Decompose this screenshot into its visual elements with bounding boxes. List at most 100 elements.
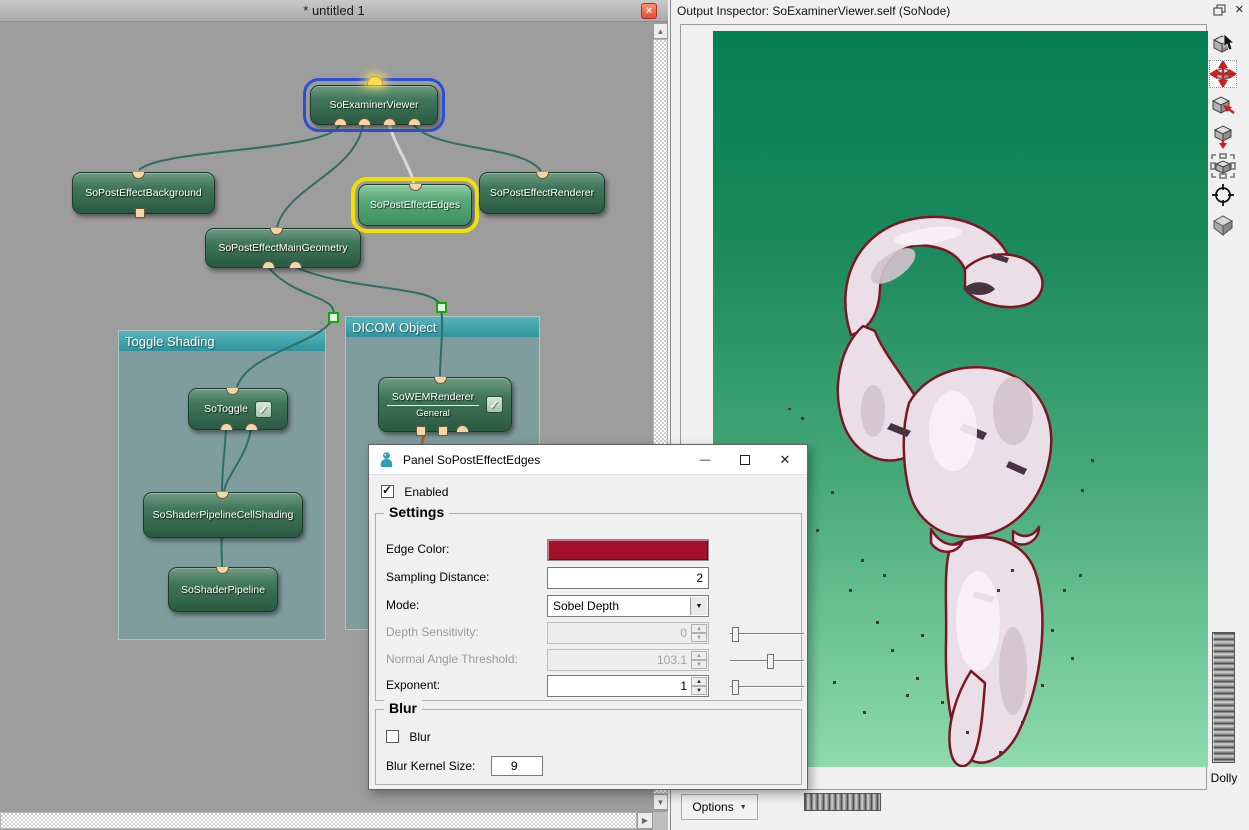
node-label: SoPostEffectEdges (370, 199, 460, 211)
options-button[interactable]: Options ▼ (681, 794, 758, 820)
node-label-divider (387, 405, 479, 406)
chevron-down-icon[interactable]: ▼ (690, 597, 707, 615)
output-connector[interactable] (456, 425, 469, 432)
output-connector[interactable] (358, 118, 371, 125)
node-soshaderpipeline[interactable]: SoShaderPipeline (168, 567, 278, 612)
spin-up-icon[interactable]: ▲ (691, 651, 707, 660)
output-connector-square[interactable] (416, 426, 426, 436)
output-connector[interactable] (408, 118, 421, 125)
rotate-x-thumbwheel[interactable] (804, 793, 881, 811)
normal-angle-slider[interactable] (730, 660, 804, 662)
blur-group: Blur Blur Blur Kernel Size: 9 (375, 709, 802, 785)
dialog-titlebar[interactable]: Panel SoPostEffectEdges — ✕ (369, 445, 807, 475)
chevron-down-icon: ▼ (740, 804, 747, 811)
normal-angle-row: Normal Angle Threshold: 103.1 ▲▼ (386, 649, 795, 671)
blur-checkbox-label: Blur (409, 730, 430, 744)
input-connector[interactable] (270, 228, 283, 235)
mode-dropdown[interactable]: Sobel Depth ▼ (547, 595, 709, 617)
blur-checkbox-row: Blur (386, 730, 431, 744)
node-soposteffectedges[interactable]: SoPostEffectEdges (358, 184, 472, 226)
sampling-distance-label: Sampling Distance: (386, 570, 489, 584)
network-window-titlebar[interactable]: * untitled 1 × (0, 0, 668, 22)
input-connector[interactable] (434, 377, 447, 384)
output-connector[interactable] (289, 261, 302, 268)
spin-up-icon[interactable]: ▲ (691, 624, 707, 633)
node-label: SoWEMRenderer (392, 391, 474, 403)
node-sotoggle[interactable]: SoToggle ✓ (188, 388, 288, 430)
horizontal-scroll-track[interactable] (0, 812, 637, 829)
seek-mode-icon[interactable] (1209, 90, 1237, 118)
close-icon[interactable]: × (641, 3, 657, 19)
node-enabled-checkbox[interactable]: ✓ (486, 396, 503, 413)
input-connector-active[interactable] (367, 76, 383, 85)
output-connector-square[interactable] (135, 208, 145, 218)
close-panel-icon[interactable]: ✕ (1235, 3, 1244, 16)
scroll-right-icon[interactable]: ▶ (637, 812, 653, 829)
depth-sensitivity-slider[interactable] (730, 633, 804, 635)
settings-group: Settings Edge Color: Sampling Distance: … (375, 513, 802, 701)
node-label: SoExaminerViewer (329, 99, 418, 111)
maximize-icon[interactable] (725, 445, 765, 474)
output-connector[interactable] (383, 118, 396, 125)
exponent-slider[interactable] (730, 686, 804, 688)
group-bypass-marker[interactable] (328, 312, 339, 323)
node-soexaminerviewer[interactable]: SoExaminerViewer (310, 85, 438, 125)
network-window-title: * untitled 1 (303, 3, 364, 18)
blur-kernel-input[interactable]: 9 (491, 756, 543, 776)
depth-sensitivity-spinbox[interactable]: 0 ▲▼ (547, 622, 709, 644)
node-soposteffectrenderer[interactable]: SoPostEffectRenderer (479, 172, 605, 214)
slider-handle[interactable] (732, 680, 739, 695)
node-soposteffectmaingeometry[interactable]: SoPostEffectMainGeometry (205, 228, 361, 268)
minimize-icon[interactable]: — (685, 445, 725, 474)
node-sowemrenderer[interactable]: SoWEMRenderer General ✓ (378, 377, 512, 432)
pick-mode-icon[interactable] (1209, 30, 1237, 58)
spin-up-icon[interactable]: ▲ (691, 677, 707, 686)
slider-handle[interactable] (767, 654, 774, 669)
exponent-row: Exponent: 1 ▲▼ (386, 675, 795, 697)
output-inspector-header[interactable]: Output Inspector: SoExaminerViewer.self … (671, 0, 1249, 21)
slider-handle[interactable] (732, 627, 739, 642)
crosshair-icon[interactable] (1209, 181, 1237, 209)
dolly-thumbwheel[interactable] (1212, 632, 1235, 763)
node-soshaderpipelinecellshading[interactable]: SoShaderPipelineCellShading (143, 492, 303, 538)
perspective-cube-icon[interactable] (1209, 211, 1237, 239)
input-connector[interactable] (216, 492, 229, 499)
node-sublabel: General (416, 408, 450, 419)
group-bypass-marker[interactable] (436, 302, 447, 313)
output-connector[interactable] (220, 423, 233, 430)
node-label: SoPostEffectBackground (85, 187, 202, 199)
input-connector[interactable] (132, 172, 145, 179)
dialog-title: Panel SoPostEffectEdges (403, 453, 540, 467)
node-enabled-checkbox[interactable]: ✓ (255, 401, 272, 418)
output-connector[interactable] (245, 423, 258, 430)
output-connector[interactable] (262, 261, 275, 268)
edge-color-swatch[interactable] (547, 539, 709, 561)
select-frame-icon[interactable] (1209, 152, 1237, 180)
view-mode-icon[interactable] (1209, 60, 1237, 88)
exponent-spinbox[interactable]: 1 ▲▼ (547, 675, 709, 697)
blur-checkbox[interactable] (386, 730, 399, 743)
input-connector[interactable] (409, 184, 422, 191)
spin-down-icon[interactable]: ▼ (691, 686, 707, 695)
output-connector-square[interactable] (438, 426, 448, 436)
horizontal-scrollbar[interactable]: ▶ (0, 812, 653, 830)
edge-color-row: Edge Color: (386, 539, 795, 561)
sampling-distance-input[interactable]: 2 (547, 567, 709, 589)
output-connector[interactable] (334, 118, 347, 125)
input-connector[interactable] (226, 388, 239, 395)
view-all-icon[interactable] (1209, 122, 1237, 150)
scroll-down-icon[interactable]: ▼ (653, 794, 668, 810)
panel-soposteffectedges-dialog: Panel SoPostEffectEdges — ✕ ✓ Enabled Se… (368, 444, 808, 790)
normal-angle-spinbox[interactable]: 103.1 ▲▼ (547, 649, 709, 671)
spin-down-icon[interactable]: ▼ (691, 633, 707, 642)
node-soposteffectbackground[interactable]: SoPostEffectBackground (72, 172, 215, 214)
input-connector[interactable] (216, 567, 229, 574)
close-icon[interactable]: ✕ (765, 445, 805, 474)
input-connector[interactable] (536, 172, 549, 179)
scroll-up-icon[interactable]: ▲ (653, 23, 668, 39)
node-label: SoPostEffectMainGeometry (218, 242, 347, 254)
sampling-distance-row: Sampling Distance: 2 (386, 567, 795, 589)
enabled-checkbox[interactable]: ✓ (381, 485, 394, 498)
spin-down-icon[interactable]: ▼ (691, 660, 707, 669)
float-panel-icon[interactable] (1213, 4, 1226, 16)
